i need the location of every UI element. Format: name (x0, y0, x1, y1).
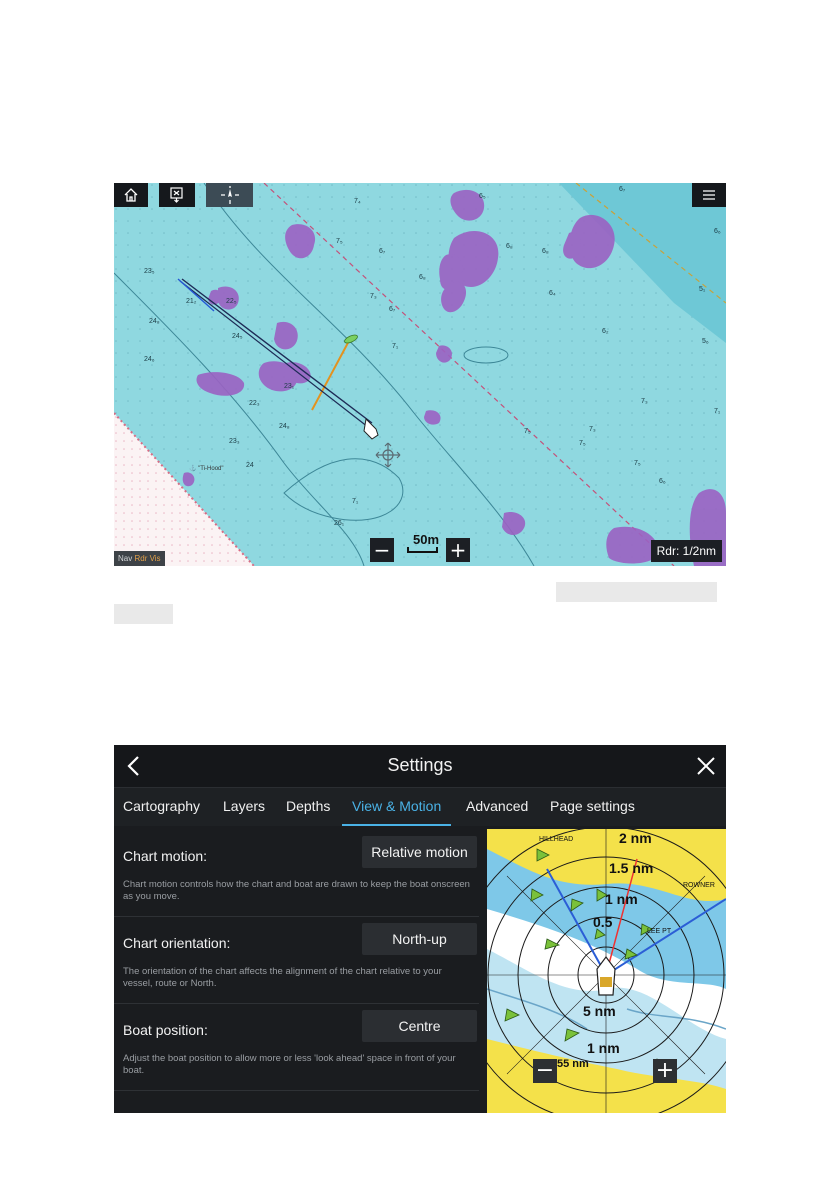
svg-text:6₆: 6₆ (714, 228, 721, 235)
ring-label-1nm: 1 nm (605, 891, 638, 907)
place-rowner: ROWNER (683, 882, 715, 889)
boat-position-row: Boat position: Centre Adjust the boat po… (114, 1003, 479, 1091)
tab-cartography[interactable]: Cartography (123, 788, 200, 824)
home-icon (124, 188, 138, 202)
svg-text:6₈: 6₈ (419, 274, 426, 281)
svg-text:23₅: 23₅ (144, 268, 155, 275)
svg-text:24₅: 24₅ (232, 333, 243, 340)
svg-text:6₇: 6₇ (389, 306, 396, 313)
close-icon[interactable] (696, 756, 716, 776)
settings-screen: Settings Cartography Layers Depths View … (114, 745, 726, 1113)
chart-motion-label: Chart motion: (123, 848, 208, 864)
svg-text:6₈: 6₈ (542, 248, 549, 255)
svg-text:24₈: 24₈ (279, 423, 290, 430)
svg-text:6₇: 6₇ (379, 248, 386, 255)
tab-layers[interactable]: Layers (223, 788, 265, 824)
home-button[interactable] (114, 183, 148, 207)
svg-text:6₅: 6₅ (479, 193, 486, 200)
drop-waypoint-icon (170, 187, 183, 203)
svg-text:7₃: 7₃ (370, 293, 377, 300)
find-ship-icon (220, 186, 239, 204)
chart-motion-row: Chart motion: Relative motion Chart moti… (114, 829, 479, 917)
svg-text:5₆: 5₆ (702, 338, 709, 345)
source-value: Rdr Vis (134, 554, 161, 563)
svg-text:22₅: 22₅ (226, 298, 237, 305)
waypoint-button[interactable] (159, 183, 195, 207)
radar-range-badge[interactable]: Rdr: 1/2nm (650, 540, 722, 562)
svg-text:23₁: 23₁ (284, 383, 295, 390)
tab-page-settings[interactable]: Page settings (550, 788, 635, 824)
svg-text:7₅: 7₅ (634, 460, 641, 467)
chart-orientation-description: The orientation of the chart affects the… (123, 966, 442, 989)
chart-map[interactable]: 23₅ 24₈ 21₂ 22₅ 24₅ 24₆ 23₁ 22₃ 23₃ 24₈ 24 26₁ 7… (114, 183, 726, 566)
scale-bar (407, 547, 438, 553)
zoom-in-button[interactable]: + (446, 538, 470, 562)
svg-text:21₂: 21₂ (186, 298, 197, 305)
chart-screen[interactable]: 23₅ 24₈ 21₂ 22₅ 24₅ 24₆ 23₁ 22₃ 23₃ 24₈ 24 26₁ 7… (114, 183, 726, 566)
svg-text:23₃: 23₃ (229, 438, 240, 445)
svg-text:24₆: 24₆ (144, 356, 155, 363)
ring-label-0-5: 0.5 (593, 914, 613, 930)
place-lee-pt: LEE PT (647, 928, 672, 935)
svg-text:6₈: 6₈ (506, 243, 513, 250)
svg-text:5₁: 5₁ (699, 286, 706, 293)
svg-text:26₁: 26₁ (334, 520, 345, 527)
tab-depths[interactable]: Depths (286, 788, 330, 824)
chart-motion-description: Chart motion controls how the chart and … (123, 879, 470, 902)
svg-text:7₅: 7₅ (336, 238, 343, 245)
ring-label-5nm: 5 nm (583, 1003, 616, 1019)
svg-text:7₁: 7₁ (352, 498, 359, 505)
preview-map: 2 nm 1.5 nm 1 nm 0.5 5 nm 1 nm HILLHEAD … (487, 829, 726, 1113)
zoom-out-button[interactable]: − (370, 538, 394, 562)
svg-text:6₂: 6₂ (602, 328, 609, 335)
boat-position-label: Boat position: (123, 1022, 208, 1038)
settings-title: Settings (387, 755, 453, 775)
ring-label-1nm-lower: 1 nm (587, 1040, 620, 1056)
preview-zoom-out-button[interactable]: − (533, 1059, 557, 1083)
svg-text:7₁: 7₁ (714, 408, 721, 415)
preview-zoom-in-button[interactable]: + (653, 1059, 677, 1083)
chart-orientation-button[interactable]: North-up (362, 923, 477, 955)
svg-text:22₃: 22₃ (249, 400, 260, 407)
svg-text:7₅: 7₅ (579, 440, 586, 447)
svg-text:7₁: 7₁ (392, 343, 399, 350)
chart-orientation-row: Chart orientation: North-up The orientat… (114, 916, 479, 1004)
menu-button[interactable] (692, 183, 726, 207)
svg-text:7₄: 7₄ (354, 198, 361, 205)
svg-text:24₈: 24₈ (149, 318, 160, 325)
settings-tabs: Cartography Layers Depths View & Motion … (114, 787, 726, 826)
caption-highlight (114, 604, 173, 624)
svg-text:6₆: 6₆ (659, 478, 666, 485)
find-ship-button[interactable] (206, 183, 253, 207)
scale-label: 50m (412, 532, 440, 547)
tab-advanced[interactable]: Advanced (466, 788, 528, 824)
boat-position-button[interactable]: Centre (362, 1010, 477, 1042)
hamburger-menu-icon (703, 190, 715, 200)
svg-text:7₃: 7₃ (641, 398, 648, 405)
place-hillhead: HILLHEAD (539, 836, 573, 843)
chart-preview: 2 nm 1.5 nm 1 nm 0.5 5 nm 1 nm HILLHEAD … (487, 829, 726, 1113)
svg-text:6₇: 6₇ (619, 186, 626, 193)
preview-scale: 55 nm (557, 1058, 589, 1070)
svg-text:24: 24 (246, 462, 254, 469)
svg-text:6₄: 6₄ (549, 290, 556, 297)
svg-text:7₅: 7₅ (524, 428, 531, 435)
ring-label-1-5nm: 1.5 nm (609, 860, 653, 876)
source-label: Nav (118, 554, 133, 563)
tab-view-motion[interactable]: View & Motion (342, 788, 452, 826)
svg-text:⚓ "Ti-Hood": ⚓ "Ti-Hood" (189, 464, 224, 472)
source-badge: Nav Rdr Vis (114, 551, 165, 566)
caption-highlight (556, 582, 717, 602)
ring-label-2nm: 2 nm (619, 830, 652, 846)
svg-text:7₃: 7₃ (589, 426, 596, 433)
boat-position-description: Adjust the boat position to allow more o… (123, 1053, 456, 1076)
settings-header: Settings (114, 745, 726, 787)
chart-orientation-label: Chart orientation: (123, 935, 231, 951)
chart-motion-button[interactable]: Relative motion (362, 836, 477, 868)
